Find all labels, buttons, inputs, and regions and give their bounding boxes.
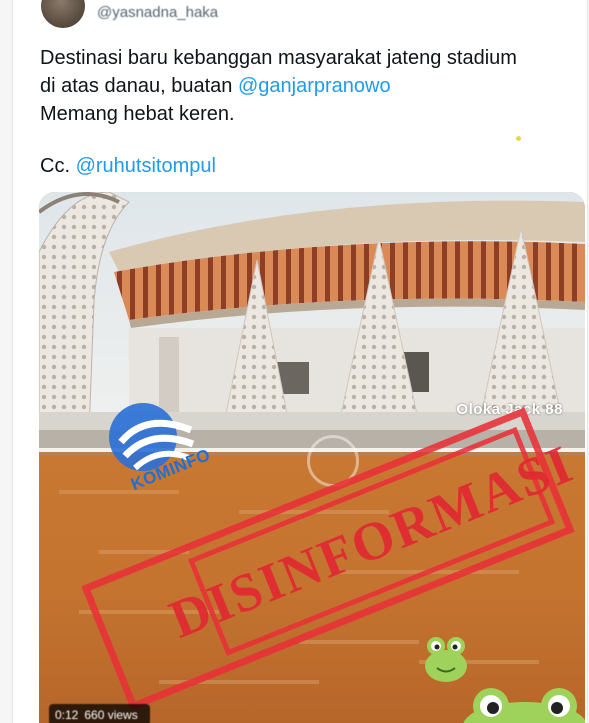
tweet-text-line-2-text: di atas danau, buatan	[40, 75, 238, 97]
mention-link-ruhutsitompul[interactable]: @ruhutsitompul	[76, 155, 216, 177]
tweet-text-line-1: Destinasi baru kebanggan masyarakat jate…	[40, 47, 517, 69]
video-stats-badge: 0:12 660 views	[49, 704, 150, 723]
tweet-text-cc-line: Cc. @ruhutsitompul	[40, 152, 580, 180]
mention-link-ganjarpranowo[interactable]: @ganjarpranowo	[238, 75, 391, 97]
decorative-dot	[516, 136, 521, 141]
tweet-text: Destinasi baru kebanggan masyarakat jate…	[40, 44, 580, 180]
video-duration: 0:12	[55, 708, 79, 722]
cc-label: Cc.	[40, 155, 76, 177]
tweet-card: @yasnadna_haka Destinasi baru kebanggan …	[12, 0, 588, 723]
frog-large-sticker-icon	[463, 688, 585, 723]
user-handle[interactable]: @yasnadna_haka	[97, 4, 218, 22]
tweet-text-line-2: di atas danau, buatan @ganjarpranowo	[40, 72, 580, 100]
video-views: 660 views	[84, 708, 138, 722]
tweet-text-line-3: Memang hebat keren.	[40, 103, 235, 125]
frog-sticker-icon	[425, 637, 467, 682]
avatar[interactable]	[41, 0, 85, 28]
tweet-video[interactable]: Oloka Jack 88 KOMINFO DISINFORMASI 0:12 …	[39, 192, 585, 723]
